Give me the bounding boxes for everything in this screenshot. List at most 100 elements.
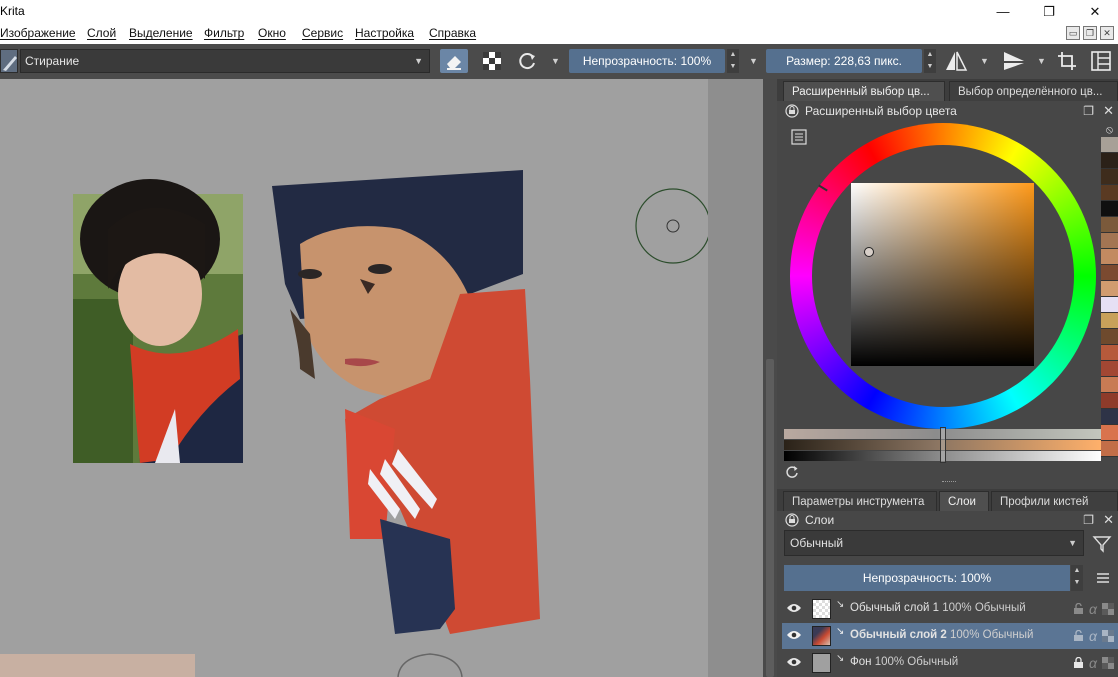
menu-window[interactable]: Окно xyxy=(258,26,286,40)
unlocked-icon[interactable] xyxy=(1073,603,1084,615)
inherit-alpha-icon[interactable] xyxy=(1102,657,1114,669)
color-swatch[interactable] xyxy=(1101,441,1118,457)
mirror-vertical-icon[interactable] xyxy=(1000,49,1028,73)
chevron-down-icon[interactable]: ▼ xyxy=(1037,56,1046,66)
eraser-mode-icon[interactable] xyxy=(440,49,468,73)
menu-tools[interactable]: Сервис xyxy=(302,26,343,40)
color-swatch[interactable] xyxy=(1101,233,1118,249)
brush-preset-icon[interactable] xyxy=(0,49,18,73)
lock-icon[interactable] xyxy=(785,104,799,123)
blend-mode-combo[interactable]: Обычный ▼ xyxy=(784,530,1084,556)
menu-help[interactable]: Справка xyxy=(429,26,476,40)
color-swatch[interactable] xyxy=(1101,377,1118,393)
brush-preset-combo[interactable]: Стирание ▼ xyxy=(20,49,430,73)
layer-row[interactable]: ↘ Фон 100% Обычный α xyxy=(782,650,1118,676)
color-swatch[interactable] xyxy=(1101,169,1118,185)
mixer-slider-handle[interactable] xyxy=(940,427,946,463)
mdi-restore-icon[interactable]: ❐ xyxy=(1083,26,1097,40)
layers-menu-icon[interactable] xyxy=(1095,570,1111,591)
color-swatch[interactable] xyxy=(1101,345,1118,361)
reload-preset-icon[interactable] xyxy=(514,49,542,73)
color-swatch[interactable] xyxy=(1101,313,1118,329)
layer-name: Обычный слой 2 xyxy=(850,629,947,641)
menu-settings[interactable]: Настройка xyxy=(355,26,414,40)
unlocked-icon[interactable] xyxy=(1073,630,1084,642)
alpha-lock-icon[interactable]: α xyxy=(1089,655,1097,671)
tab-specific-color-selector[interactable]: Выбор определённого цв... xyxy=(949,81,1118,101)
saturation-value-square[interactable] xyxy=(851,183,1034,366)
scrollbar-thumb[interactable] xyxy=(766,359,774,677)
alpha-lock-icon[interactable]: α xyxy=(1089,628,1097,644)
canvas-vertical-scrollbar[interactable] xyxy=(763,79,777,677)
close-docker-icon[interactable]: ✕ xyxy=(1103,102,1114,120)
opacity-spinner[interactable]: ▲ ▼ xyxy=(727,49,739,73)
layer-opacity-spinner[interactable]: ▲ ▼ xyxy=(1071,565,1083,591)
color-swatch[interactable] xyxy=(1101,297,1118,313)
size-spinner[interactable]: ▲ ▼ xyxy=(924,49,936,73)
layer-row[interactable]: ↘ Обычный слой 2 100% Обычный α xyxy=(782,623,1118,649)
close-button[interactable]: ✕ xyxy=(1072,0,1118,23)
filter-icon[interactable] xyxy=(1092,534,1112,559)
color-swatch[interactable] xyxy=(1101,409,1118,425)
inherit-alpha-icon[interactable] xyxy=(1102,630,1114,642)
splitter-handle[interactable] xyxy=(942,481,956,483)
layer-name: Обычный слой 1 xyxy=(850,602,940,614)
locked-icon[interactable] xyxy=(1073,657,1084,669)
color-swatch[interactable] xyxy=(1101,361,1118,377)
maximize-button[interactable]: ❐ xyxy=(1026,0,1072,23)
mdi-close-icon[interactable]: ✕ xyxy=(1100,26,1114,40)
alpha-lock-icon[interactable]: α xyxy=(1089,601,1097,617)
menu-select[interactable]: Выделение xyxy=(129,26,193,40)
close-docker-icon[interactable]: ✕ xyxy=(1103,511,1114,529)
preserve-alpha-icon[interactable] xyxy=(478,49,506,73)
layer-opacity-slider[interactable]: Непрозрачность: 100% xyxy=(784,565,1070,591)
color-swatch[interactable] xyxy=(1101,329,1118,345)
color-swatch[interactable] xyxy=(1101,217,1118,233)
color-swatch[interactable] xyxy=(1101,425,1118,441)
minimize-button[interactable]: — xyxy=(980,0,1026,23)
color-swatch[interactable] xyxy=(1101,153,1118,169)
layer-thumbnail xyxy=(812,653,831,673)
chevron-down-icon: ▼ xyxy=(414,56,423,66)
drawing-canvas[interactable] xyxy=(0,79,763,677)
color-swatch[interactable] xyxy=(1101,281,1118,297)
color-swatch[interactable] xyxy=(1101,249,1118,265)
mdi-minimize-icon[interactable]: ▭ xyxy=(1066,26,1080,40)
inherit-alpha-icon[interactable] xyxy=(1102,603,1114,615)
layer-row[interactable]: ↘ Обычный слой 1 100% Обычный α xyxy=(782,596,1118,622)
color-docker-tabs: Расширенный выбор цв... Выбор определённ… xyxy=(777,79,1118,101)
opacity-slider[interactable]: Непрозрачность: 100% xyxy=(569,49,725,73)
refresh-icon[interactable] xyxy=(785,465,799,484)
float-docker-icon[interactable]: ❐ xyxy=(1083,102,1094,120)
chevron-down-icon[interactable]: ▼ xyxy=(551,56,560,66)
float-docker-icon[interactable]: ❐ xyxy=(1083,511,1094,529)
menu-layer[interactable]: Слой xyxy=(87,26,116,40)
docker-layout-icon[interactable] xyxy=(1087,49,1115,73)
layer-thumbnail xyxy=(812,626,831,646)
menu-filter[interactable]: Фильтр xyxy=(204,26,244,40)
color-swatch[interactable] xyxy=(1101,185,1118,201)
eye-icon[interactable] xyxy=(786,656,802,671)
color-picker-marker[interactable] xyxy=(864,247,874,257)
layer-properties: α xyxy=(1073,628,1114,644)
eye-icon[interactable] xyxy=(786,602,802,617)
color-swatch[interactable] xyxy=(1101,265,1118,281)
brush-preset-name: Стирание xyxy=(25,54,80,68)
tab-tool-options[interactable]: Параметры инструмента xyxy=(783,491,937,511)
chevron-down-icon[interactable]: ▼ xyxy=(980,56,989,66)
window-title: Krita xyxy=(0,4,25,18)
wrap-around-icon[interactable] xyxy=(1053,49,1081,73)
clear-history-icon[interactable]: ⦸ xyxy=(1101,123,1118,137)
menu-image[interactable]: Изображение xyxy=(0,26,76,40)
size-slider[interactable]: Размер: 228,63 пикс. xyxy=(766,49,922,73)
chevron-down-icon[interactable]: ▼ xyxy=(749,56,758,66)
eye-icon[interactable] xyxy=(786,629,802,644)
color-swatch[interactable] xyxy=(1101,393,1118,409)
mirror-horizontal-icon[interactable] xyxy=(942,49,970,73)
tab-advanced-color-selector[interactable]: Расширенный выбор цв... xyxy=(783,81,945,101)
color-swatch[interactable] xyxy=(1101,137,1118,153)
color-selector-settings-icon[interactable] xyxy=(791,129,807,150)
tab-brush-presets[interactable]: Профили кистей xyxy=(991,491,1118,511)
color-swatch[interactable] xyxy=(1101,201,1118,217)
tab-layers[interactable]: Слои xyxy=(939,491,989,511)
